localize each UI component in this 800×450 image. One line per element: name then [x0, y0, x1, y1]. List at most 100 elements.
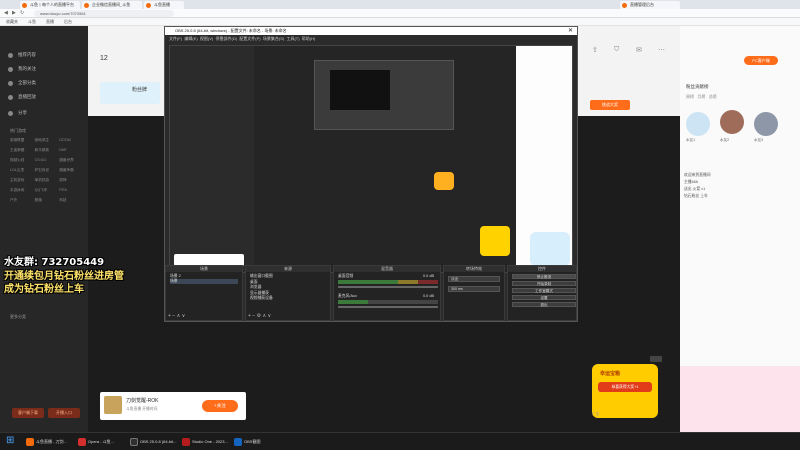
source-buttons[interactable]: + − ⚙ ∧ ∨ [248, 313, 271, 319]
share-icon [8, 111, 13, 116]
bookmark-item[interactable]: 斗鱼 [28, 18, 36, 26]
obs-menu: 文件(F) 编辑(E) 视图(V) 停靠部件(D) 配置文件(P) 场景集合(S… [165, 35, 577, 43]
hot-game-link[interactable]: 手游休闲 [10, 188, 35, 193]
hot-game-link[interactable]: 单机热游 [35, 178, 60, 183]
sidebar-item-follow[interactable]: 我的关注 [8, 64, 86, 74]
hot-game-link[interactable]: 主机游戏 [10, 178, 35, 183]
host-name: 刀剑觉醒-ROK [126, 398, 159, 404]
bookmark-item[interactable]: 直播 [46, 18, 54, 26]
hot-game-link[interactable]: 王者荣耀 [10, 148, 35, 153]
hot-game-link[interactable]: 炉石传说 [35, 168, 60, 173]
left-sidebar: 推荐内容 我的关注 全部分类 直播回放 分享 热门游戏 英雄联盟 绝地求生 DOTA… [0, 26, 88, 432]
hot-game-link[interactable]: 科技 [59, 198, 84, 203]
more-icon[interactable]: ⋯ [658, 46, 665, 54]
hot-game-link[interactable]: LOL云顶 [10, 168, 35, 173]
bookmark-item[interactable]: 后台 [64, 18, 72, 26]
menu-tools[interactable]: 工具(T) [286, 36, 299, 41]
douyu-icon [84, 3, 89, 8]
opera-icon [78, 438, 86, 446]
hot-game-link[interactable]: DNF [59, 148, 84, 153]
taskbar-item[interactable]: OBS 25.0.8 (64-bit... [128, 436, 178, 448]
start-recording-button[interactable]: 开始录制 [512, 281, 576, 286]
obs-window: OBS 25.0.8 (64-bit, windows) - 配置文件: 未命名… [164, 26, 578, 322]
menu-edit[interactable]: 编辑(E) [184, 36, 197, 41]
avatar[interactable] [720, 110, 744, 134]
hot-game-link[interactable]: 和平精英 [35, 148, 60, 153]
windows-start-icon[interactable]: ⊞ [6, 435, 14, 446]
host-card: 刀剑觉醒-ROK 斗鱼直播 开播时间 +关注 [100, 392, 246, 420]
menu-help[interactable]: 帮助(H) [302, 36, 316, 41]
browser-tab[interactable]: 斗鱼直播 [144, 1, 184, 9]
taskbar-item[interactable]: 斗鱼直播 - 刀剑... [24, 436, 74, 448]
browser-tab[interactable]: 企业微信直播间_斗鱼 [82, 1, 142, 9]
menu-docks[interactable]: 停靠部件(D) [216, 36, 238, 41]
tab-week[interactable]: 周榜 [686, 94, 694, 99]
hot-game-link[interactable]: 英雄联盟 [10, 138, 35, 143]
chat-message: 钻石粉丝 上车 [684, 194, 708, 198]
pc-client-button[interactable]: PC客户端 [744, 56, 778, 65]
back-icon[interactable]: ◀ [4, 10, 8, 16]
menu-profile[interactable]: 配置文件(P) [239, 36, 260, 41]
hot-game-link[interactable]: 颜值 [35, 198, 60, 203]
scene-buttons[interactable]: + − ∧ ∨ [168, 313, 185, 319]
hot-game-link[interactable]: 绝地求生 [35, 138, 60, 143]
hot-game-link[interactable]: DOTA2 [59, 138, 84, 143]
taskbar-item[interactable]: OBS截图 [232, 436, 272, 448]
hot-game-link[interactable]: 魔兽世界 [59, 158, 84, 163]
bookmark-item[interactable]: 收藏夹 [6, 18, 18, 26]
browser-tab[interactable]: 斗鱼丨每个人的直播平台 [20, 1, 80, 9]
sidebar-item-share[interactable]: 分享 [8, 108, 86, 118]
lucky-chest[interactable]: 幸运宝箱 恭喜获得大奖+1 [592, 364, 658, 418]
fan-name: 水友1 [686, 138, 696, 142]
exit-button[interactable]: 退出 [512, 302, 576, 307]
transition-select[interactable]: 淡出 [448, 276, 500, 282]
avatar[interactable] [754, 112, 778, 136]
hot-game-link[interactable]: 原神 [59, 178, 84, 183]
mixer-db: 0.0 dB [423, 294, 434, 298]
sidebar-item-category[interactable]: 全部分类 [8, 78, 86, 88]
menu-file[interactable]: 文件(F) [169, 36, 182, 41]
volume-slider[interactable] [338, 286, 438, 288]
fan-ranking-title: 粉丝贡献榜 [686, 84, 709, 89]
share-icon[interactable]: ⇪ [592, 46, 598, 54]
hot-game-link[interactable]: CS:GO [35, 158, 60, 163]
menu-view[interactable]: 视图(V) [200, 36, 213, 41]
source-item[interactable]: 视频捕获设备 [250, 296, 326, 302]
transition-duration[interactable]: 300 ms [448, 286, 500, 292]
hot-game-link[interactable]: QQ飞车 [35, 188, 60, 193]
scene-item[interactable]: 场景 [170, 279, 238, 284]
sidebar-item-recommend[interactable]: 推荐内容 [8, 50, 86, 60]
obs-preview[interactable] [169, 45, 573, 273]
menu-scenes[interactable]: 场景集合(S) [263, 36, 284, 41]
stop-stream-button[interactable]: 停止推流 [512, 274, 576, 279]
nested-preview-inner [330, 70, 390, 110]
hot-game-link[interactable]: 魔兽争霸 [59, 168, 84, 173]
hot-game-link[interactable]: FIFA [59, 188, 84, 193]
douyu-icon [22, 3, 27, 8]
shield-icon[interactable]: ⛉ [614, 46, 619, 54]
volume-slider[interactable] [338, 306, 438, 308]
follow-button[interactable]: +关注 [202, 400, 238, 412]
tab-total[interactable]: 总榜 [709, 94, 717, 99]
taskbar-item[interactable]: Opera - 斗鱼... [76, 436, 126, 448]
close-icon[interactable]: ✕ [568, 27, 573, 34]
hot-game-link[interactable]: 户外 [10, 198, 35, 203]
settings-button[interactable]: 设置 [512, 295, 576, 300]
avatar[interactable] [686, 112, 710, 136]
taskbar-item[interactable]: Studio One - 2023... [180, 436, 230, 448]
studio-mode-button[interactable]: 工作室模式 [512, 288, 576, 293]
scenes-dock: 场景 场景 2 场景 + − ∧ ∨ [165, 265, 243, 321]
gift-icon[interactable]: ✉ [636, 46, 642, 54]
address-input[interactable]: www.douyu.com/7070561 [34, 10, 174, 17]
forward-icon[interactable]: ▶ [12, 10, 16, 16]
refresh-icon[interactable]: ↻ [20, 10, 24, 16]
start-live-button[interactable]: 开播入口 [48, 408, 80, 418]
gift-button[interactable]: 挑战大奖 [590, 100, 630, 110]
browser-tab[interactable]: 直播管理后台 [620, 1, 680, 9]
sidebar-item-replay[interactable]: 直播回放 [8, 92, 86, 102]
tab-month[interactable]: 月榜 [697, 94, 705, 99]
hot-game-link[interactable]: 穿越火线 [10, 158, 35, 163]
close-icon[interactable] [650, 356, 662, 362]
download-client-button[interactable]: 客户端下载 [12, 408, 44, 418]
douyu-icon [622, 3, 627, 8]
